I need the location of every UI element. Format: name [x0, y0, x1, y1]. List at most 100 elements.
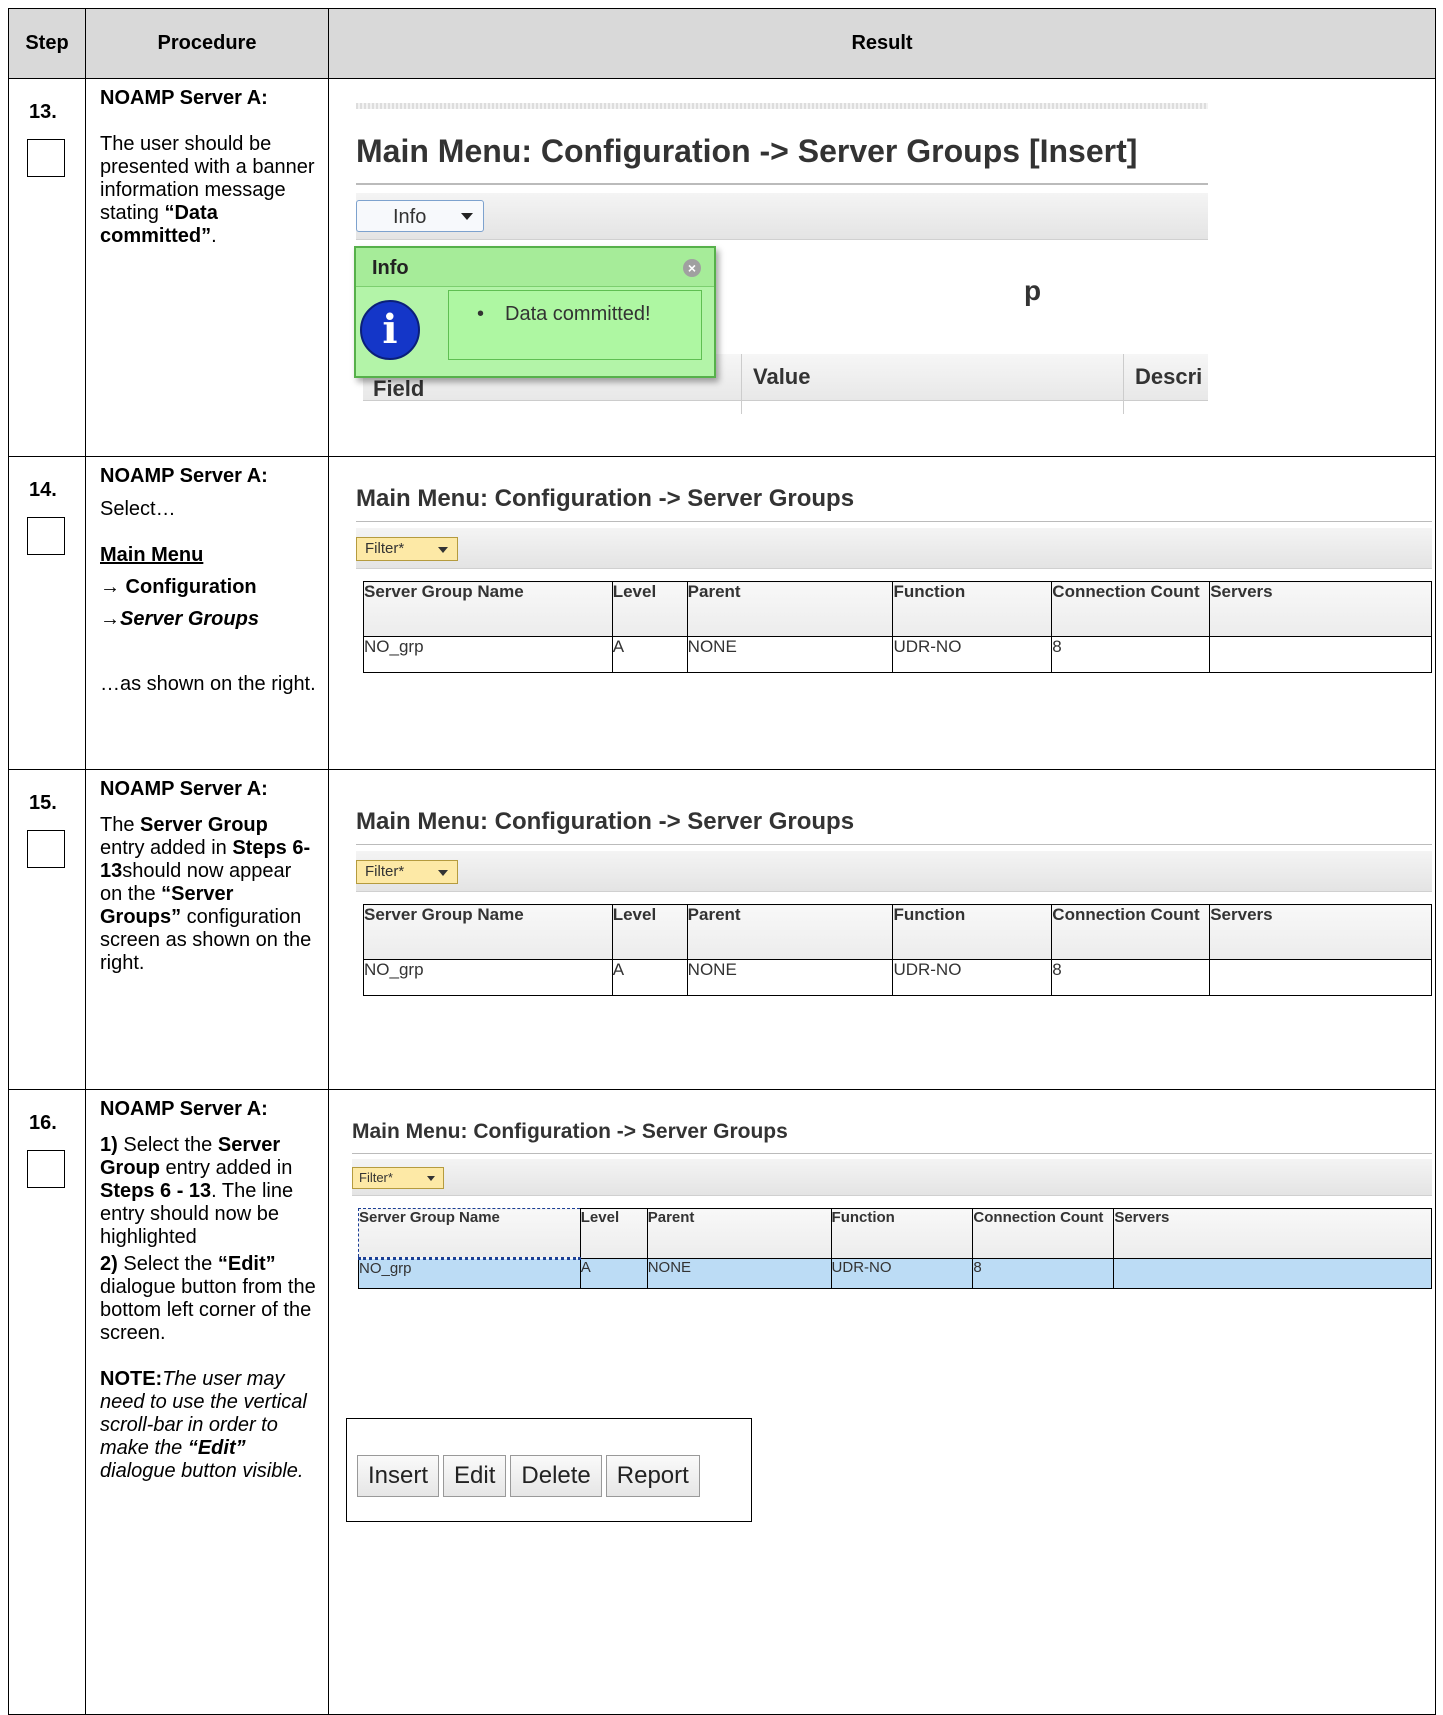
cell-parent: NONE	[686, 959, 894, 996]
cell-servers	[1113, 1258, 1432, 1289]
server-groups-table: Server Group Name Level Parent Function …	[363, 581, 1432, 673]
column-header: Function	[830, 1208, 974, 1259]
info-dropdown-button[interactable]: Info	[356, 200, 484, 232]
column-header: Servers	[1113, 1208, 1432, 1259]
step-cell: 13.	[8, 78, 86, 457]
column-header: Level	[611, 904, 688, 960]
title-rule	[356, 521, 1432, 522]
page-title: Main Menu: Configuration -> Server Group…	[356, 808, 855, 835]
delete-button[interactable]: Delete	[510, 1455, 602, 1497]
as-shown-text: …as shown on the right.	[100, 673, 316, 695]
header-row: Step Procedure Result	[8, 8, 1436, 79]
title-rule	[352, 1153, 1432, 1154]
step-checkbox[interactable]	[27, 517, 65, 555]
column-header: Connection Count	[1051, 581, 1211, 637]
title-rule	[356, 183, 1208, 185]
result-cell: Main Menu: Configuration -> Server Group…	[328, 769, 1436, 1090]
table-header-row: Server Group Name Level Parent Function …	[358, 1208, 1432, 1260]
info-popup-header: Info ×	[356, 248, 714, 287]
title-rule	[356, 844, 1432, 845]
chevron-down-icon	[438, 547, 448, 553]
server-label: NOAMP Server A:	[100, 465, 268, 487]
step-checkbox[interactable]	[27, 139, 65, 177]
info-message-box: • Data committed!	[448, 290, 702, 360]
step-number: 15.	[29, 792, 57, 814]
procedure-cell: NOAMP Server A: The user should be prese…	[85, 78, 329, 457]
server-label: NOAMP Server A:	[100, 1098, 268, 1120]
cell-connection-count: 8	[972, 1258, 1115, 1289]
column-header: Servers	[1209, 904, 1432, 960]
step-cell: 14.	[8, 456, 86, 770]
page-title: Main Menu: Configuration -> Server Group…	[352, 1120, 788, 1143]
column-header: Level	[611, 581, 688, 637]
screenshot-top-strip	[356, 103, 1208, 109]
description-column-header: Descri	[1135, 364, 1203, 389]
cell-server-group-name: NO_grp	[363, 959, 613, 996]
column-header: Server Group Name	[363, 904, 613, 960]
table-header-row: Server Group Name Level Parent Function …	[363, 581, 1432, 637]
insert-button[interactable]: Insert	[357, 1455, 440, 1497]
chevron-down-icon	[427, 1176, 435, 1181]
column-header: Parent	[686, 904, 894, 960]
info-icon: i	[360, 300, 420, 360]
header-procedure: Procedure	[85, 8, 329, 79]
menu-configuration: → Configuration	[100, 576, 257, 598]
toolbar	[352, 1159, 1432, 1196]
result-cell: Main Menu: Configuration -> Server Group…	[328, 1089, 1436, 1715]
filter-button[interactable]: Filter*	[356, 537, 458, 561]
menu-server-groups: →Server Groups	[100, 608, 259, 630]
info-button-label: Info	[393, 206, 427, 228]
table-row[interactable]: NO_grp A NONE UDR-NO 8	[363, 636, 1432, 673]
table-row-selected[interactable]: NO_grp A NONE UDR-NO 8	[358, 1258, 1432, 1289]
edit-button[interactable]: Edit	[443, 1455, 507, 1497]
step-checkbox[interactable]	[27, 1150, 65, 1188]
cell-level: A	[611, 959, 688, 996]
report-button[interactable]: Report	[605, 1455, 700, 1497]
table-row[interactable]: NO_grp A NONE UDR-NO 8	[363, 959, 1432, 996]
step-checkbox[interactable]	[27, 830, 65, 868]
column-header: Connection Count	[1051, 904, 1211, 960]
instruction-2: 2) Select the “Edit” dialogue button fro…	[100, 1253, 316, 1344]
menu-main: Main Menu	[100, 544, 204, 566]
column-header: Function	[892, 904, 1053, 960]
header-step: Step	[8, 8, 86, 79]
step-row-13: 13. NOAMP Server A: The user should be p…	[8, 78, 1436, 457]
info-popup-title: Info	[372, 257, 409, 279]
server-label: NOAMP Server A:	[100, 87, 268, 109]
header-result: Result	[328, 8, 1436, 79]
procedure-text: The user should be presented with a bann…	[100, 133, 315, 247]
column-header: Function	[892, 581, 1053, 637]
cell-server-group-name: NO_grp	[363, 636, 613, 673]
field-column-header: Field	[373, 376, 425, 401]
step-number: 13.	[29, 101, 57, 123]
filter-button[interactable]: Filter*	[352, 1167, 444, 1189]
info-message-bullet: •	[477, 303, 485, 325]
procedure-cell: NOAMP Server A: Select… Main Menu → Conf…	[85, 456, 329, 770]
select-text: Select…	[100, 498, 176, 520]
note-text: NOTE:The user may need to use the vertic…	[100, 1368, 307, 1482]
cell-servers	[1209, 636, 1432, 673]
column-header: Level	[579, 1208, 648, 1259]
column-header: Servers	[1209, 581, 1432, 637]
server-groups-table: Server Group Name Level Parent Function …	[358, 1208, 1432, 1289]
step-row-16: 16. NOAMP Server A: 1) Select the Server…	[8, 1089, 1436, 1715]
filter-button[interactable]: Filter*	[356, 860, 458, 884]
dialogue-buttons-panel: Insert Edit Delete Report	[346, 1418, 752, 1522]
column-header: Parent	[686, 581, 894, 637]
cell-level: A	[579, 1258, 648, 1289]
column-header: Parent	[646, 1208, 832, 1259]
procedure-cell: NOAMP Server A: The Server Group entry a…	[85, 769, 329, 1090]
table-header-row: Server Group Name Level Parent Function …	[363, 904, 1432, 960]
chevron-down-icon	[438, 870, 448, 876]
value-column-header: Value	[753, 364, 811, 389]
column-header: Connection Count	[972, 1208, 1115, 1259]
column-header: Server Group Name	[358, 1208, 581, 1260]
cell-servers	[1209, 959, 1432, 996]
step-row-14: 14. NOAMP Server A: Select… Main Menu → …	[8, 456, 1436, 770]
toolbar	[356, 851, 1432, 892]
cell-parent: NONE	[646, 1258, 832, 1289]
page-title: Main Menu: Configuration -> Server Group…	[356, 485, 855, 512]
step-number: 14.	[29, 479, 57, 501]
close-icon[interactable]: ×	[683, 259, 701, 277]
page-title: Main Menu: Configuration -> Server Group…	[356, 133, 1138, 169]
